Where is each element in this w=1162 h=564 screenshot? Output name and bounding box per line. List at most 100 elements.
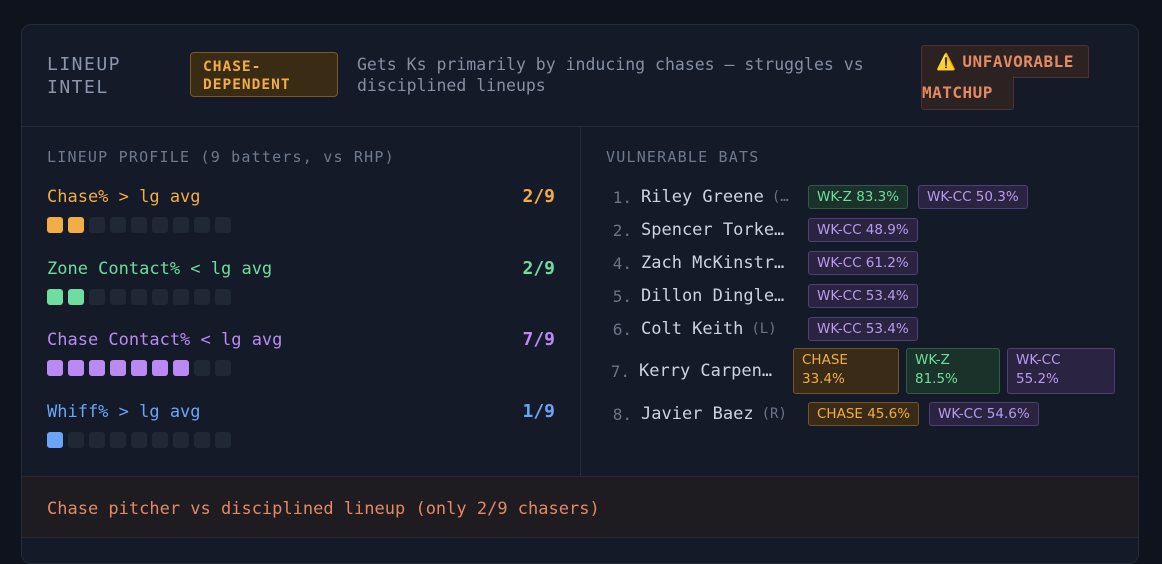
batter-row: 1. Riley Greene (… bbox=[610, 185, 789, 209]
batter-order: 6. bbox=[612, 319, 632, 339]
tag-weak-zone: WK-Z 83.3% bbox=[808, 185, 909, 209]
indicator-square-empty bbox=[131, 289, 147, 305]
batter-name: Riley Greene bbox=[641, 187, 764, 207]
metric-name: Chase Contact% < lg avg bbox=[47, 330, 283, 350]
batter-order: 8. bbox=[612, 404, 632, 424]
indicator-square-filled bbox=[47, 432, 63, 448]
tag-weak-chase-contact: WK-CC 53.4% bbox=[808, 284, 918, 308]
indicator-square-filled bbox=[47, 289, 63, 305]
batter-name: Colt Keith bbox=[641, 319, 744, 339]
vulnerable-bats-panel: VULNERABLE BATS 1. Riley Greene (… WK-Z … bbox=[580, 126, 1138, 476]
indicator-square-empty bbox=[89, 217, 105, 233]
batter-name: Javier Baez bbox=[641, 404, 754, 424]
batter-row: 8. Javier Baez (R) bbox=[610, 402, 787, 426]
metric-whiff-pct: Whiff% > lg avg 1/9 bbox=[47, 401, 555, 462]
metric-count: 2/9 bbox=[522, 186, 555, 207]
indicator-square-empty bbox=[68, 432, 84, 448]
indicator-square-filled bbox=[152, 360, 168, 376]
indicator-square-filled bbox=[68, 360, 84, 376]
batter-row: 7. Kerry Carpen… bbox=[608, 359, 785, 383]
batter-name: Zach McKinstr… bbox=[641, 253, 785, 273]
card-header: LINEUP INTEL CHASE-DEPENDENT Gets Ks pri… bbox=[22, 25, 1138, 127]
matchup-summary-footer: Chase pitcher vs disciplined lineup (onl… bbox=[22, 476, 1138, 538]
indicator-square-filled bbox=[68, 289, 84, 305]
tag-weak-zone: WK-Z 81.5% bbox=[906, 348, 1000, 394]
metric-count: 7/9 bbox=[522, 329, 555, 350]
indicator-square-empty bbox=[89, 289, 105, 305]
indicator-square-empty bbox=[194, 432, 210, 448]
card-title: LINEUP INTEL bbox=[47, 54, 122, 98]
tag-chase: CHASE 33.4% bbox=[793, 348, 899, 394]
indicator-square-filled bbox=[68, 217, 84, 233]
indicator-square-empty bbox=[110, 432, 126, 448]
batter-order: 5. bbox=[612, 286, 632, 306]
batter-name: Kerry Carpen… bbox=[639, 361, 773, 381]
metric-name: Whiff% > lg avg bbox=[47, 402, 201, 422]
lineup-profile-panel: LINEUP PROFILE (9 batters, vs RHP) Chase… bbox=[22, 126, 581, 476]
indicator-square-empty bbox=[110, 289, 126, 305]
tag-weak-chase-contact: WK-CC 61.2% bbox=[808, 251, 918, 275]
warning-text-line1: UNFAVORABLE bbox=[962, 52, 1074, 71]
metric-zone-contact: Zone Contact% < lg avg 2/9 bbox=[47, 258, 555, 319]
batter-hand: (L) bbox=[751, 321, 777, 337]
indicator-square-empty bbox=[152, 217, 168, 233]
indicator-square-empty bbox=[131, 432, 147, 448]
lineup-intel-card: LINEUP INTEL CHASE-DEPENDENT Gets Ks pri… bbox=[21, 24, 1139, 564]
indicator-square-filled bbox=[89, 360, 105, 376]
indicator-square-empty bbox=[110, 217, 126, 233]
indicator-square-empty bbox=[173, 217, 189, 233]
indicator-square-empty bbox=[89, 432, 105, 448]
indicator-square-filled bbox=[131, 360, 147, 376]
indicator-square-empty bbox=[194, 289, 210, 305]
indicator-square-empty bbox=[215, 432, 231, 448]
indicator-square-empty bbox=[215, 289, 231, 305]
metric-chase-pct: Chase% > lg avg 2/9 bbox=[47, 186, 555, 247]
indicator-square-empty bbox=[194, 217, 210, 233]
indicator-square-empty bbox=[152, 432, 168, 448]
batter-row: 5. Dillon Dingle… bbox=[610, 284, 785, 308]
pitcher-type-badge: CHASE-DEPENDENT bbox=[190, 52, 338, 97]
batter-order: 4. bbox=[612, 253, 632, 273]
metric-squares bbox=[47, 432, 231, 448]
tag-weak-chase-contact: WK-CC 48.9% bbox=[808, 218, 918, 242]
vulnerable-bats-label: VULNERABLE BATS bbox=[606, 148, 760, 166]
tag-weak-chase-contact: WK-CC 54.6% bbox=[929, 402, 1039, 426]
metric-squares bbox=[47, 289, 231, 305]
batter-row: 4. Zach McKinstr… bbox=[610, 251, 785, 275]
lineup-profile-label: LINEUP PROFILE (9 batters, vs RHP) bbox=[47, 148, 395, 166]
metric-squares bbox=[47, 360, 231, 376]
indicator-square-filled bbox=[47, 360, 63, 376]
metric-squares bbox=[47, 217, 231, 233]
metric-chase-contact: Chase Contact% < lg avg 7/9 bbox=[47, 329, 555, 390]
indicator-square-empty bbox=[131, 217, 147, 233]
metric-name: Zone Contact% < lg avg bbox=[47, 259, 273, 279]
indicator-square-empty bbox=[215, 360, 231, 376]
indicator-square-filled bbox=[110, 360, 126, 376]
indicator-square-empty bbox=[173, 432, 189, 448]
indicator-square-empty bbox=[194, 360, 210, 376]
batter-row: 6. Colt Keith (L) bbox=[610, 317, 777, 341]
tag-chase: CHASE 45.6% bbox=[808, 402, 920, 426]
pitcher-type-description: Gets Ks primarily by inducing chases — s… bbox=[357, 55, 864, 95]
batter-order: 7. bbox=[610, 361, 630, 381]
batter-row: 2. Spencer Torke… bbox=[610, 218, 785, 242]
batter-order: 2. bbox=[612, 220, 632, 240]
tag-weak-chase-contact: WK-CC 53.4% bbox=[808, 317, 918, 341]
batter-name: Spencer Torke… bbox=[641, 220, 785, 240]
indicator-square-filled bbox=[47, 217, 63, 233]
matchup-warning-badge: ⚠️ UNFAVORABLE MATCHUP bbox=[921, 45, 1091, 111]
indicator-square-empty bbox=[173, 289, 189, 305]
warning-icon: ⚠️ bbox=[936, 52, 957, 71]
batter-order: 1. bbox=[612, 187, 632, 207]
matchup-summary-text: Chase pitcher vs disciplined lineup (onl… bbox=[47, 499, 600, 519]
tag-weak-chase-contact: WK-CC 55.2% bbox=[1007, 348, 1115, 394]
tag-weak-chase-contact: WK-CC 50.3% bbox=[918, 185, 1028, 209]
warning-text-line2: MATCHUP bbox=[922, 83, 993, 102]
metric-name: Chase% > lg avg bbox=[47, 187, 201, 207]
batter-hand: (… bbox=[771, 189, 789, 205]
batter-name: Dillon Dingle… bbox=[641, 286, 785, 306]
metric-count: 1/9 bbox=[522, 401, 555, 422]
indicator-square-filled bbox=[173, 360, 189, 376]
metric-count: 2/9 bbox=[522, 258, 555, 279]
indicator-square-empty bbox=[215, 217, 231, 233]
